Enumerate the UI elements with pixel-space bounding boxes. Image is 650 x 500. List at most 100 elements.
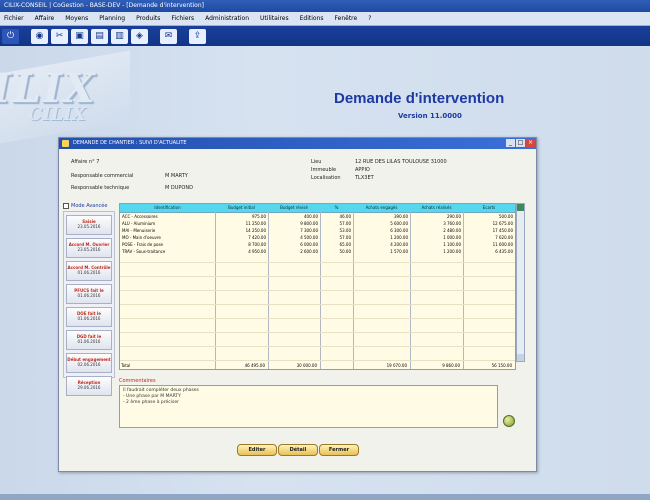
dialog-titlebar: DEMANDE DE CHANTIER : SUIVI D'ACTUALITE … <box>59 138 536 149</box>
lieu-value: 12 RUE DES LILAS TOULOUSE 31000 <box>355 159 447 165</box>
app-titlebar-text: CILIX-CONSEIL | CoGestion - BASE-DEV - [… <box>4 2 204 9</box>
cell-budget-revise: 2 600.00 <box>300 249 318 254</box>
window-icon <box>62 140 69 147</box>
version-label: Version 11.0000 <box>398 112 462 120</box>
step-pfucs[interactable]: PFUCS fait le 01.06.2016 <box>66 284 112 304</box>
total-achats-realises: 9 860.00 <box>442 363 460 368</box>
menu-item-editions[interactable]: Editions <box>300 15 324 22</box>
menu-item-utilitaires[interactable]: Utilitaires <box>260 15 289 22</box>
mode-avance-label: Mode Avancée <box>71 203 108 209</box>
table-row[interactable]: ACC - Accessoires 975.00 400.00 46.00 39… <box>120 213 515 220</box>
col-achats-realises[interactable]: Achats réalisés <box>410 204 463 212</box>
chart-icon[interactable]: ▤ <box>91 28 108 44</box>
tools-icon[interactable]: ✂ <box>51 28 68 44</box>
cell-percent: 57.00 <box>339 221 351 226</box>
cell-ecarts: 11 600.00 <box>492 242 513 247</box>
menu-item-fichiers[interactable]: Fichiers <box>171 15 194 22</box>
table-row[interactable]: MO - Main d'oeuvre 7 420.00 4 500.00 57.… <box>120 234 515 241</box>
col-percent[interactable]: % <box>320 204 353 212</box>
cell-identification: MAI - Menuiserie <box>122 228 156 233</box>
mode-avance-checkbox[interactable]: Mode Avancée <box>63 203 107 209</box>
total-budget-revise: 30 000.00 <box>296 363 317 368</box>
cell-budget-revise: 6 000.00 <box>300 242 318 247</box>
maximize-icon[interactable]: □ <box>516 139 525 147</box>
menu-item-produits[interactable]: Produits <box>136 15 160 22</box>
cell-percent: 65.00 <box>339 242 351 247</box>
cell-achats-engages: 1 570.00 <box>390 249 408 254</box>
exit-icon[interactable]: ⏻ <box>2 28 19 44</box>
cell-achats-engages: 390.00 <box>394 214 408 219</box>
edit-button[interactable]: Editer <box>237 444 277 456</box>
menu-bar: Fichier Affaire Moyens Planning Produits… <box>0 12 650 26</box>
col-achats-engages[interactable]: Achats engagés <box>353 204 410 212</box>
menu-item-administration[interactable]: Administration <box>205 15 249 22</box>
dialog-window: DEMANDE DE CHANTIER : SUIVI D'ACTUALITE … <box>58 137 537 472</box>
total-budget-initial: 46 495.00 <box>244 363 265 368</box>
cell-ecarts: 12 675.00 <box>492 221 513 226</box>
cell-ecarts: 6 435.00 <box>495 249 513 254</box>
menu-item-moyens[interactable]: Moyens <box>65 15 88 22</box>
import-icon[interactable]: ⇪ <box>189 28 206 44</box>
col-budget-revise[interactable]: Budget révisé <box>268 204 320 212</box>
lieu-label: Lieu <box>311 159 322 165</box>
cell-achats-realises: 1 200.00 <box>443 249 461 254</box>
minimize-icon[interactable]: _ <box>506 139 515 147</box>
totals-row: Total 46 495.00 30 000.00 19 070.00 9 86… <box>119 362 523 369</box>
table-row[interactable]: MAI - Menuiserie 14 250.00 7 300.00 53.0… <box>120 227 515 234</box>
table-row[interactable]: POSE - Frais de pose 8 700.00 6 000.00 6… <box>120 241 515 248</box>
step-debut-engagement[interactable]: Début engagement 02.06.2016 <box>66 353 112 373</box>
step-saisie[interactable]: Saisie 23.05.2016 <box>66 215 112 235</box>
cell-percent: 53.00 <box>339 228 351 233</box>
total-achats-engages: 19 070.00 <box>386 363 407 368</box>
cell-budget-revise: 4 500.00 <box>300 235 318 240</box>
comments-textarea[interactable]: Il faudrait compléter deux phases - Une … <box>119 385 498 428</box>
mail-icon[interactable]: ✉ <box>160 28 177 44</box>
folder-icon[interactable]: ▥ <box>111 28 128 44</box>
cell-identification: TRAV - Sous-traitance <box>122 249 166 254</box>
checkbox-box[interactable] <box>63 203 69 209</box>
step-accord-controle[interactable]: Accord M. Contrôle 01.06.2016 <box>66 261 112 281</box>
cell-percent: 57.00 <box>339 235 351 240</box>
cell-achats-engages: 6 300.00 <box>390 228 408 233</box>
menu-item-affaire[interactable]: Affaire <box>35 15 55 22</box>
col-ecarts[interactable]: Ecarts <box>463 204 515 212</box>
brand-logo-small: CILIX <box>28 104 86 125</box>
cell-ecarts: 17 450.00 <box>492 228 513 233</box>
detail-button[interactable]: Détail <box>278 444 318 456</box>
close-button[interactable]: Fermer <box>319 444 359 456</box>
eye-icon[interactable]: ◉ <box>31 28 48 44</box>
validate-icon[interactable] <box>503 415 515 427</box>
scroll-up-icon[interactable] <box>517 204 524 211</box>
cell-budget-revise: 9 800.00 <box>300 221 318 226</box>
cell-budget-initial: 7 420.00 <box>248 235 266 240</box>
scroll-down-icon[interactable] <box>517 354 524 361</box>
comment-line: - 2 ème phase à préciser <box>123 400 179 405</box>
cell-budget-initial: 14 250.00 <box>245 228 266 233</box>
box-icon[interactable]: ▣ <box>71 28 88 44</box>
resp-commercial-label: Responsable commercial <box>71 173 134 179</box>
cell-achats-realises: 2 480.00 <box>443 228 461 233</box>
menu-item-fichier[interactable]: Fichier <box>4 15 24 22</box>
table-scrollbar[interactable] <box>516 203 525 362</box>
cell-budget-initial: 975.00 <box>252 214 266 219</box>
col-identification[interactable]: Identification <box>120 204 215 212</box>
resp-technique-label: Responsable technique <box>71 185 130 191</box>
step-reception[interactable]: Réception 29.06.2016 <box>66 376 112 396</box>
step-date: 23.05.2016 <box>77 247 101 252</box>
tag-icon[interactable]: ◈ <box>131 28 148 44</box>
table-row[interactable]: TRAV - Sous-traitance 4 950.00 2 600.00 … <box>120 248 515 255</box>
step-doe[interactable]: DOE fait le 01.06.2016 <box>66 307 112 327</box>
table-row[interactable]: ALU - Aluminium 11 250.00 9 800.00 57.00… <box>120 220 515 227</box>
menu-item-planning[interactable]: Planning <box>99 15 125 22</box>
cell-achats-realises: 1 000.00 <box>443 235 461 240</box>
table-header: Identification Budget initial Budget rév… <box>120 204 515 213</box>
budget-table: Identification Budget initial Budget rév… <box>119 203 516 370</box>
step-date: 01.06.2016 <box>77 270 101 275</box>
menu-item-help[interactable]: ? <box>368 15 371 22</box>
col-budget-initial[interactable]: Budget initial <box>215 204 268 212</box>
menu-item-fenetre[interactable]: Fenêtre <box>335 15 358 22</box>
step-dgd[interactable]: DGD fait le 01.06.2016 <box>66 330 112 350</box>
step-accord-ouvrier[interactable]: Accord M. Ouvrier 23.05.2016 <box>66 238 112 258</box>
close-icon[interactable]: × <box>526 139 535 147</box>
cell-identification: MO - Main d'oeuvre <box>122 235 161 240</box>
